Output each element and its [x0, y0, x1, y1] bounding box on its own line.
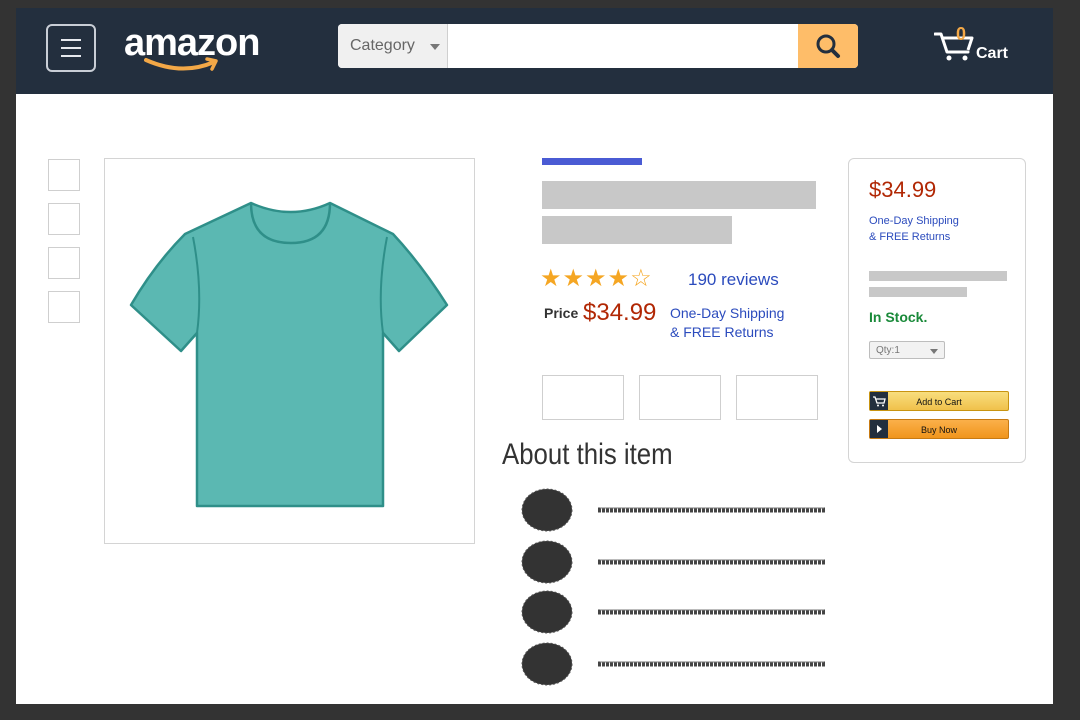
about-heading: About this item: [502, 438, 673, 471]
buy-now-button[interactable]: Buy Now: [869, 419, 1009, 439]
search-button[interactable]: [798, 24, 858, 68]
text-placeholder: [869, 271, 1007, 281]
quantity-value: Qty:1: [876, 345, 900, 356]
star-rating: ★★★★☆: [540, 265, 653, 292]
caret-down-icon: [930, 349, 938, 354]
caret-down-icon: [430, 44, 440, 50]
about-bullet-item: [516, 486, 836, 536]
search-input[interactable]: [450, 24, 796, 68]
about-bullet-item: [516, 640, 836, 690]
hamburger-menu-button[interactable]: [46, 24, 96, 72]
title-accent-bar: [542, 158, 642, 165]
about-bullet-item: [516, 538, 836, 588]
page-frame: amazon Category 0 Cart ★★★★☆ 190 reviews…: [16, 8, 1053, 704]
product-image[interactable]: [104, 158, 475, 544]
thumbnail[interactable]: [48, 247, 80, 279]
product-price: $34.99: [583, 299, 657, 326]
thumbnail[interactable]: [48, 159, 80, 191]
buy-now-label: Buy Now: [920, 425, 957, 435]
variant-option[interactable]: [736, 375, 818, 420]
about-bullet-item: [516, 588, 836, 638]
tshirt-icon: [129, 201, 449, 508]
top-nav-bar: amazon Category 0 Cart: [16, 8, 1053, 94]
add-to-cart-button[interactable]: Add to Cart: [869, 391, 1009, 411]
shipping-link[interactable]: One-Day Shipping: [670, 305, 784, 321]
menu-line-icon: [61, 55, 81, 57]
text-placeholder: [869, 287, 967, 297]
menu-line-icon: [61, 47, 81, 49]
thumbnail[interactable]: [48, 203, 80, 235]
cart-icon: [870, 392, 888, 410]
price-label: Price: [544, 305, 579, 321]
buybox-returns-link[interactable]: & FREE Returns: [869, 231, 950, 243]
buy-box: $34.99 One-Day Shipping & FREE Returns I…: [848, 158, 1026, 463]
category-label: Category: [350, 37, 415, 54]
add-to-cart-label: Add to Cart: [916, 397, 962, 407]
category-dropdown[interactable]: Category: [338, 24, 448, 68]
variant-option[interactable]: [639, 375, 721, 420]
quantity-select[interactable]: Qty:1: [869, 341, 945, 359]
buybox-shipping-link[interactable]: One-Day Shipping: [869, 215, 959, 227]
logo-smile-icon: [144, 57, 218, 71]
bullet-dot-icon: [521, 590, 826, 634]
bullet-dot-icon: [521, 488, 826, 532]
reviews-link[interactable]: 190 reviews: [688, 270, 779, 290]
bullet-dot-icon: [521, 642, 826, 686]
cart-button[interactable]: 0 Cart: [934, 24, 1014, 68]
title-placeholder: [542, 216, 732, 244]
buybox-price: $34.99: [869, 177, 937, 202]
menu-line-icon: [61, 39, 81, 41]
search-bar: Category: [338, 24, 858, 68]
title-placeholder: [542, 181, 816, 209]
magnifier-icon: [816, 34, 840, 58]
returns-link[interactable]: & FREE Returns: [670, 324, 773, 340]
cart-count: 0: [956, 24, 967, 44]
play-icon: [870, 420, 888, 438]
thumbnail[interactable]: [48, 291, 80, 323]
cart-label: Cart: [976, 45, 1009, 62]
bullet-dot-icon: [521, 540, 826, 584]
variant-option[interactable]: [542, 375, 624, 420]
stock-status: In Stock.: [869, 309, 928, 325]
